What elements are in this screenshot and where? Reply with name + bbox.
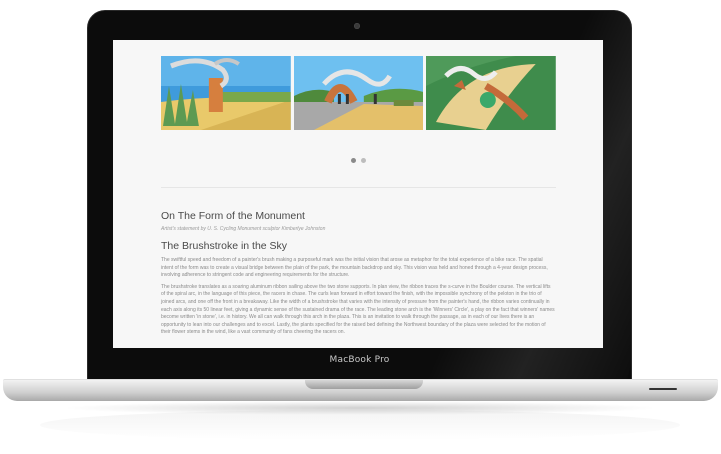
- divider: [161, 187, 556, 188]
- web-page: On The Form of the Monument Artist's sta…: [113, 40, 603, 348]
- pager-dot-1[interactable]: [350, 158, 356, 163]
- gallery-image-1-graphic: [161, 56, 291, 130]
- gallery-image-3-graphic: [426, 56, 557, 130]
- image-gallery: [161, 56, 557, 130]
- laptop-reflection: [40, 410, 680, 440]
- pager-dot-2[interactable]: [360, 158, 366, 163]
- laptop-base: [3, 379, 718, 401]
- gallery-image-2-graphic: [293, 56, 424, 130]
- article-byline: Artist's statement by U. S. Cycling Monu…: [161, 226, 326, 232]
- gallery-image-3[interactable]: [426, 56, 557, 130]
- gallery-image-2[interactable]: [293, 56, 424, 130]
- lid-opening-notch: [305, 380, 423, 389]
- laptop-mockup: MacBook Pro On The Form of the Monument …: [0, 0, 721, 454]
- camera-icon: [354, 23, 360, 29]
- optical-drive-slot: [649, 388, 677, 390]
- gallery-pager: [113, 158, 603, 163]
- device-brand-label: MacBook Pro: [329, 355, 390, 365]
- article-subtitle: The Brushstroke in the Sky: [161, 240, 288, 252]
- article-title: On The Form of the Monument: [161, 210, 305, 222]
- article-paragraph-1: The swiftful speed and freedom of a pain…: [161, 257, 548, 279]
- article: On The Form of the Monument Artist's sta…: [161, 210, 556, 337]
- article-paragraph-2: The brushstroke translates as a soaring …: [161, 283, 555, 336]
- gallery-image-1[interactable]: [161, 56, 291, 130]
